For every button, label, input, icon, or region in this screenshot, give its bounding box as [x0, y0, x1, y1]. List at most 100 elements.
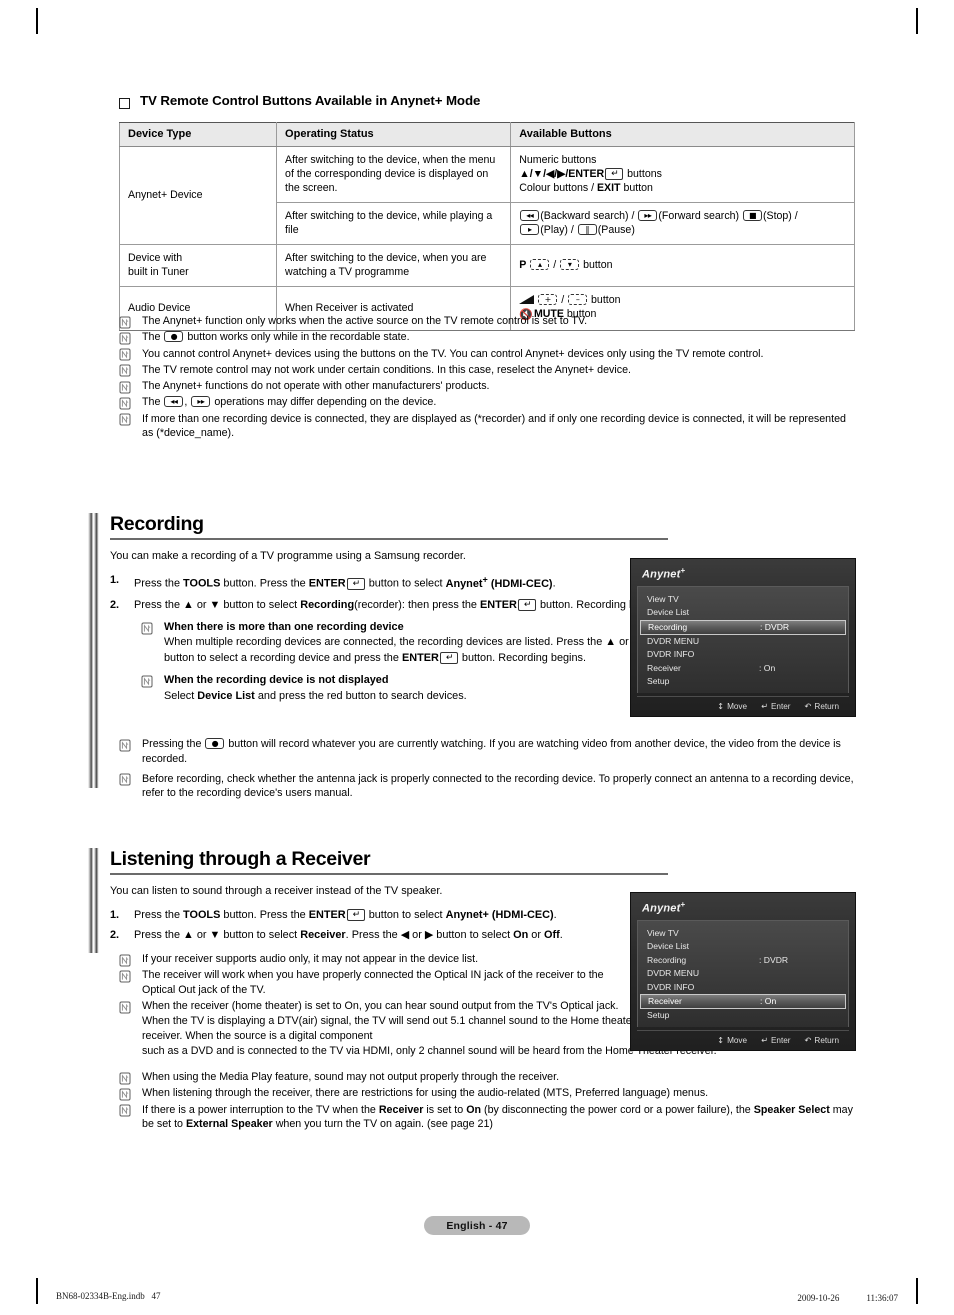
osd-item-label: Device List — [647, 941, 690, 952]
subnote-title: When there is more than one recording de… — [164, 620, 404, 633]
move-arrows-icon: ↕ — [717, 700, 725, 711]
note-icon — [119, 970, 131, 983]
note-icon — [119, 348, 131, 361]
col-header-available-buttons: Available Buttons — [510, 122, 855, 147]
osd-item-view-tv[interactable]: View TV — [638, 593, 848, 607]
note-item: Pressing the ● button will record whatev… — [119, 737, 856, 767]
channel-down-key-icon: ▾ — [560, 259, 580, 271]
osd-item-recording-selected[interactable]: Recording : DVDR — [640, 619, 846, 635]
osd-hint-label: Enter — [770, 701, 791, 711]
note-icon — [119, 1104, 131, 1117]
osd-hint-label: Move — [727, 701, 748, 711]
crop-mark-bottom-left — [36, 1278, 38, 1304]
table-header-row: Device Type Operating Status Available B… — [118, 122, 855, 147]
note-text: If more than one recording device is con… — [142, 412, 846, 440]
subnote-title: When the recording device is not display… — [164, 674, 389, 687]
osd-item-label: DVDR INFO — [647, 981, 695, 992]
note-icon — [119, 1088, 131, 1101]
osd-item-dvdr-menu[interactable]: DVDR MENU — [638, 967, 848, 981]
receiver-steps: 1. Press the TOOLS button. Press the ENT… — [110, 908, 668, 943]
osd-menu-panel: View TV Device List Recording : DVDR DVDR… — [637, 585, 849, 693]
osd-item-dvdr-info[interactable]: DVDR INFO — [638, 981, 848, 995]
receiver-notes-narrow: If your receiver supports audio only, it… — [119, 952, 717, 1060]
anynet-osd-recording: Anynet+ View TV Device List Recording: D… — [630, 558, 856, 717]
forward-search-key-icon: ▸▸ — [191, 396, 211, 408]
record-key-icon: ● — [164, 331, 184, 343]
forward-search-key-icon: ▸▸ — [638, 209, 658, 221]
enter-key-icon: ↵ — [761, 1034, 768, 1045]
osd-item-value: : On — [760, 996, 777, 1007]
receiver-notes-wide: When using the Media Play feature, sound… — [119, 1070, 856, 1134]
note-icon — [119, 332, 131, 345]
note-text: The receiver will work when you have pro… — [142, 969, 604, 997]
pause-key-icon: ‖ — [577, 223, 597, 235]
page-number-badge: English - 47 — [424, 1216, 530, 1235]
osd-item-label: View TV — [647, 593, 679, 604]
osd-item-value: : DVDR — [759, 954, 789, 965]
enter-key-icon: ↵ — [761, 700, 768, 711]
osd-hint-label: Return — [814, 1035, 839, 1045]
osd-item-value: : DVDR — [760, 621, 790, 632]
recording-lead-text: You can make a recording of a TV program… — [110, 549, 466, 562]
note-item: Before recording, check whether the ante… — [119, 772, 856, 802]
osd-item-receiver-selected[interactable]: Receiver: On — [640, 994, 846, 1010]
note-text: When using the Media Play feature, sound… — [142, 1071, 560, 1083]
device-line-2: built in Tuner — [128, 266, 189, 279]
channel-up-key-icon: ▴ — [530, 259, 550, 271]
note-icon — [119, 316, 131, 329]
remote-section-heading-text: TV Remote Control Buttons Available in A… — [140, 93, 481, 108]
record-key-icon: ● — [205, 738, 225, 749]
note-icon — [141, 622, 153, 635]
note-item: If your receiver supports audio only, it… — [119, 952, 619, 967]
osd-item-view-tv[interactable]: View TV — [638, 927, 848, 941]
osd-item-label: View TV — [647, 927, 679, 938]
subnote-item: When the recording device is not display… — [141, 673, 668, 704]
note-text: The ◂◂, ▸▸ operations may differ dependi… — [142, 396, 437, 409]
note-text-wrapped: When the receiver (home theater) is set … — [142, 1000, 636, 1042]
osd-item-recording[interactable]: Recording: DVDR — [638, 954, 848, 968]
note-item: The Anynet+ functions do not operate wit… — [119, 379, 856, 394]
print-filename: BN68-02334B-Eng.indb 47 — [56, 1291, 161, 1301]
enter-key-icon: ↵ — [605, 167, 624, 180]
note-icon — [141, 675, 153, 688]
osd-item-label: Receiver — [647, 662, 681, 673]
osd-hint-label: Return — [814, 701, 839, 711]
step-number: 1. — [110, 574, 120, 587]
move-arrows-icon: ↕ — [717, 1034, 725, 1045]
step-number: 2. — [110, 599, 120, 612]
square-bullet-icon — [119, 98, 130, 109]
note-icon — [119, 397, 131, 410]
osd-item-device-list[interactable]: Device List — [638, 940, 848, 954]
remote-section-heading: TV Remote Control Buttons Available in A… — [119, 93, 480, 109]
anynet-osd-receiver: Anynet+ View TV Device List Recording: D… — [630, 892, 856, 1051]
osd-item-label: Recording — [648, 621, 688, 632]
osd-item-dvdr-info[interactable]: DVDR INFO — [638, 648, 848, 662]
osd-hint-move: ↕ Move — [717, 701, 747, 711]
osd-hint-move: ↕ Move — [717, 1035, 747, 1045]
note-item: The ◂◂, ▸▸ operations may differ dependi… — [119, 395, 856, 410]
osd-item-setup[interactable]: Setup — [638, 1009, 848, 1023]
note-text: Pressing the ● button will record whatev… — [142, 738, 841, 765]
cell-status-watching-tv: After switching to the device, when you … — [276, 244, 512, 288]
step-item: 1. Press the TOOLS button. Press the ENT… — [110, 573, 668, 592]
step-text: Press the ▲ or ▼ button to select Record… — [134, 599, 665, 612]
note-item: When listening through the receiver, the… — [119, 1086, 856, 1101]
note-text: If your receiver supports audio only, it… — [142, 953, 479, 965]
osd-item-setup[interactable]: Setup — [638, 675, 848, 689]
cell-status-playing-file: After switching to the device, while pla… — [276, 201, 512, 246]
osd-item-device-list[interactable]: Device List — [638, 606, 848, 620]
osd-hint-enter: ↵ Enter — [761, 1035, 790, 1045]
note-item: You cannot control Anynet+ devices using… — [119, 347, 856, 362]
note-text: The Anynet+ functions do not operate wit… — [142, 380, 490, 393]
note-item: If there is a power interruption to the … — [119, 1103, 856, 1133]
enter-key-icon: ↵ — [517, 599, 536, 612]
backward-search-key-icon: ◂◂ — [164, 396, 184, 408]
note-icon — [119, 773, 131, 786]
crop-mark-top-left — [36, 8, 38, 34]
enter-key-icon: ↵ — [439, 651, 458, 664]
osd-item-receiver[interactable]: Receiver: On — [638, 662, 848, 676]
remote-section-notes: The Anynet+ function only works when the… — [119, 314, 856, 443]
osd-item-dvdr-menu[interactable]: DVDR MENU — [638, 635, 848, 649]
note-item: If more than one recording device is con… — [119, 412, 856, 442]
note-icon — [119, 364, 131, 377]
